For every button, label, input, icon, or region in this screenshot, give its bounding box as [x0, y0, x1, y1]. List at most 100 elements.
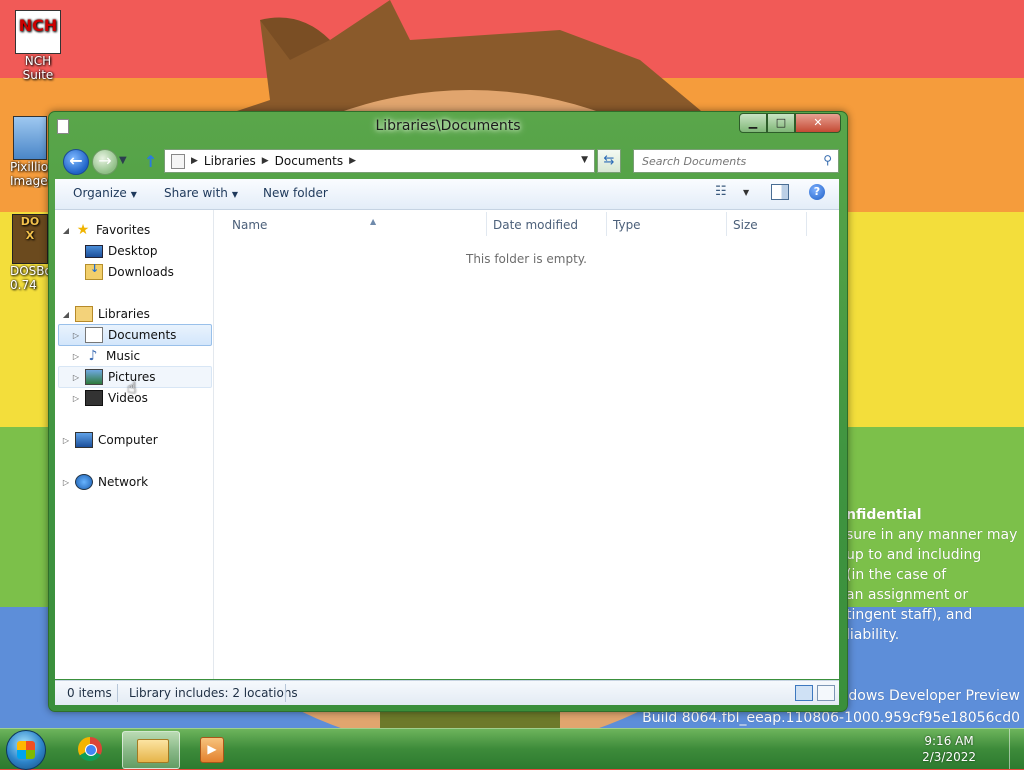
taskbar-explorer[interactable] — [122, 731, 180, 769]
large-icons-view-icon[interactable] — [817, 685, 835, 701]
maximize-button[interactable]: □ — [767, 113, 795, 133]
collapse-arrow-icon[interactable]: ◢ — [61, 310, 71, 319]
watermark-line: liability. — [846, 627, 900, 643]
navigation-pane[interactable]: ◢ ★ Favorites Desktop Downloads ◢ Librar… — [55, 210, 214, 679]
column-divider[interactable] — [806, 212, 807, 236]
breadcrumb-separator-icon[interactable]: ▶ — [349, 156, 356, 166]
search-input[interactable] — [640, 150, 814, 172]
chevron-down-icon: ▼ — [130, 190, 137, 199]
navigation-row: ← → ▼ ↑ ▶ Libraries ▶ Documents ▶ ▼ ⇆ ⚲ — [49, 146, 847, 176]
window-title: Libraries\Documents — [375, 118, 521, 134]
expand-arrow-icon[interactable]: ▷ — [71, 352, 81, 361]
expand-arrow-icon[interactable]: ▷ — [71, 373, 81, 382]
computer-icon — [75, 432, 93, 448]
desktop-icon-label: Pixillion Image — [10, 160, 50, 188]
start-button[interactable] — [6, 730, 46, 770]
library-locations[interactable]: Library includes: 2 locations — [129, 686, 298, 700]
forward-arrow-icon: → — [98, 151, 112, 170]
pictures-icon — [85, 369, 103, 385]
collapse-arrow-icon[interactable]: ◢ — [61, 226, 71, 235]
show-desktop-button[interactable] — [1009, 729, 1024, 769]
chrome-icon — [78, 737, 102, 761]
expand-arrow-icon[interactable]: ▷ — [71, 394, 81, 403]
details-view-icon[interactable] — [795, 685, 813, 701]
nav-item-computer[interactable]: ▷ Computer — [61, 430, 158, 450]
change-view-icon[interactable]: ☷ — [715, 184, 735, 202]
file-list[interactable]: ▲ Name Date modified Type Size This fold… — [214, 210, 839, 679]
watermark-body: sure in any manner may up to and includi… — [846, 525, 1017, 645]
column-header-date-modified[interactable]: Date modified — [493, 218, 578, 232]
breadcrumb-libraries[interactable]: Libraries — [204, 154, 256, 168]
clock-date: 2/3/2022 — [922, 750, 976, 764]
column-divider[interactable] — [606, 212, 607, 236]
share-with-menu[interactable]: Share with ▼ — [164, 186, 238, 200]
preview-pane-icon[interactable] — [771, 184, 789, 200]
content-area: ◢ ★ Favorites Desktop Downloads ◢ Librar… — [55, 210, 839, 679]
documents-icon — [85, 327, 103, 343]
command-bar: Organize ▼ Share with ▼ New folder ☷ ▼ ? — [55, 179, 839, 210]
column-header-size[interactable]: Size — [733, 218, 758, 232]
music-note-icon: ♪ — [88, 348, 98, 364]
address-bar[interactable]: ▶ Libraries ▶ Documents ▶ ▼ — [164, 149, 595, 173]
nav-item-libraries[interactable]: ◢ Libraries — [61, 304, 150, 324]
close-button[interactable]: ✕ — [795, 113, 841, 133]
column-header-name[interactable]: ▲ Name — [232, 217, 376, 232]
nav-item-label: Desktop — [108, 244, 158, 258]
expand-arrow-icon[interactable]: ▷ — [61, 436, 71, 445]
nav-item-downloads[interactable]: Downloads — [71, 262, 174, 282]
column-divider[interactable] — [486, 212, 487, 236]
pixillion-icon — [13, 116, 47, 160]
nav-item-documents[interactable]: ▷ Documents — [58, 324, 212, 346]
column-header-type[interactable]: Type — [613, 218, 641, 232]
status-divider — [117, 684, 118, 702]
system-clock[interactable]: 9:16 AM 2/3/2022 — [922, 733, 976, 765]
up-arrow-icon[interactable]: ↑ — [144, 152, 157, 171]
help-icon[interactable]: ? — [809, 184, 825, 200]
caption-buttons: ▁ □ ✕ — [739, 113, 841, 133]
desktop-icon-pixillion[interactable]: Pixillion Image — [10, 116, 50, 188]
taskbar-media-player[interactable]: ▶ — [182, 731, 238, 767]
desktop-icon-dosbox[interactable]: DOX DOSBox 0.74 — [10, 214, 50, 292]
breadcrumb-documents[interactable]: Documents — [275, 154, 343, 168]
new-folder-button[interactable]: New folder — [263, 186, 328, 200]
share-with-label: Share with — [164, 186, 228, 200]
desktop-icon — [85, 244, 103, 258]
refresh-button[interactable]: ⇆ — [597, 149, 621, 173]
column-divider[interactable] — [726, 212, 727, 236]
address-dropdown-icon[interactable]: ▼ — [581, 155, 588, 165]
nch-suite-icon: NCH — [15, 10, 61, 54]
organize-menu[interactable]: Organize ▼ — [73, 186, 137, 200]
breadcrumb-separator-icon[interactable]: ▶ — [262, 156, 269, 166]
nav-item-network[interactable]: ▷ Network — [61, 472, 148, 492]
nav-item-label: Libraries — [98, 307, 150, 321]
nav-item-label: Documents — [108, 328, 177, 342]
back-arrow-icon: ← — [69, 151, 83, 170]
nav-item-favorites[interactable]: ◢ ★ Favorites — [61, 220, 150, 240]
nav-item-music[interactable]: ▷ ♪ Music — [71, 346, 140, 366]
nav-item-desktop[interactable]: Desktop — [71, 241, 158, 261]
desktop-icon-nch-suite[interactable]: NCH NCH Suite — [10, 10, 66, 82]
explorer-window: Libraries\Documents ▁ □ ✕ ← → ▼ ↑ ▶ Libr… — [48, 111, 848, 712]
search-icon[interactable]: ⚲ — [823, 153, 832, 167]
organize-label: Organize — [73, 186, 127, 200]
nav-item-label: Favorites — [96, 223, 151, 237]
minimize-button[interactable]: ▁ — [739, 113, 767, 133]
network-icon — [75, 474, 93, 490]
taskbar-chrome[interactable] — [62, 731, 118, 767]
star-icon: ★ — [76, 222, 90, 238]
windows-logo-icon — [17, 741, 35, 759]
refresh-icon: ⇆ — [603, 153, 615, 168]
desktop-icon-label: NCH Suite — [22, 54, 54, 82]
view-options-dropdown[interactable]: ▼ — [743, 188, 749, 197]
expand-arrow-icon[interactable]: ▷ — [71, 331, 81, 340]
sort-ascending-icon: ▲ — [370, 217, 377, 226]
title-bar[interactable]: Libraries\Documents ▁ □ ✕ — [49, 112, 847, 144]
forward-button[interactable]: → — [92, 149, 118, 175]
back-button[interactable]: ← — [63, 149, 89, 175]
recent-pages-dropdown[interactable]: ▼ — [119, 155, 127, 166]
breadcrumb-separator-icon[interactable]: ▶ — [191, 156, 198, 166]
film-icon — [85, 390, 103, 406]
watermark-line: (in the case of — [846, 567, 947, 583]
expand-arrow-icon[interactable]: ▷ — [61, 478, 71, 487]
search-box[interactable]: ⚲ — [633, 149, 839, 173]
